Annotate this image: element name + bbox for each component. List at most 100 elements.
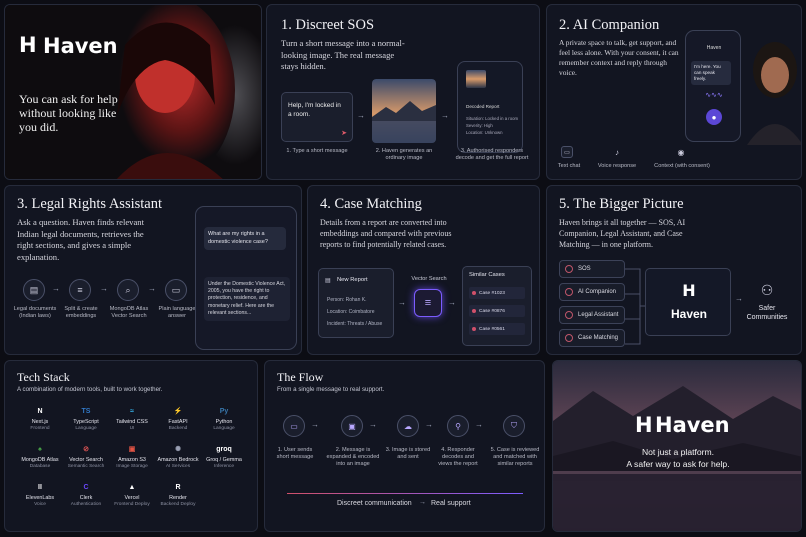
tech-item-groq-gemma: groq Groq / Gemma Inference (195, 443, 253, 470)
sos-step: 2. Haven generates an ordinary image (375, 148, 433, 161)
amazon-bedrock-icon: ✺ (175, 446, 181, 453)
elevenlabs-icon: II (38, 483, 42, 491)
report-line: Location: Unknown (466, 130, 503, 135)
vector-search-icon: ⊘ (83, 446, 89, 453)
hero-panel: H Haven You can ask for help without loo… (4, 4, 262, 180)
matching-desc: Details from a report are converted into… (320, 218, 452, 249)
arrow-icon: → (448, 298, 456, 307)
search-icon: ⌕ (117, 279, 139, 301)
arrow-icon: → (419, 499, 426, 506)
arrow-icon: → (425, 420, 433, 429)
feature-label: Legal Assistant (578, 312, 619, 318)
case-label: Case #0876 (479, 308, 505, 314)
report-line: Person: Rohan K. (327, 297, 367, 303)
companion-phone: Haven I'm here. You can speak freely. ∿∿… (685, 30, 741, 142)
flow-step: 2. Message is expanded & encoded into an… (326, 447, 380, 467)
bigger-panel: 5. The Bigger Picture Haven brings it al… (546, 185, 802, 355)
stack-subtitle: A combination of modern tools, built to … (17, 386, 163, 393)
message-icon: ▭ (283, 415, 305, 437)
vector-database-icon: ≡ (414, 289, 442, 317)
flow-step: 4. Responder decodes and views the repor… (438, 447, 478, 467)
document-icon: ▤ (23, 279, 45, 301)
feature-matching[interactable]: Case Matching (559, 329, 625, 347)
arrow-icon: → (735, 294, 743, 303)
flow-subtitle: From a single message to real support. (277, 386, 385, 393)
report-line: Incident: Threats / Abuse (327, 321, 383, 327)
stack-panel: Tech Stack A combination of modern tools… (4, 360, 258, 532)
companion-panel: 2. AI Companion A private space to talk,… (546, 4, 802, 180)
sos-title: 1. Discreet SOS (281, 17, 375, 33)
hero-tagline: You can ask for help without looking lik… (19, 92, 118, 134)
feature-label: AI Companion (578, 289, 617, 295)
case-item[interactable]: Case #0876 (469, 305, 525, 317)
companion-avatar (747, 42, 801, 145)
companion-icon (565, 288, 573, 296)
vector-search-label: Vector Search (411, 276, 447, 282)
mic-button[interactable]: ● (706, 109, 722, 125)
feature-sos[interactable]: SOS (559, 260, 625, 278)
companion-bubble: I'm here. You can speak freely. (691, 61, 731, 85)
flow-step: 5. Case is reviewed and matched with sim… (490, 447, 540, 467)
arrow-icon: → (475, 420, 483, 429)
typescript-icon: TS (81, 407, 91, 415)
arrow-icon: → (441, 111, 449, 120)
sos-message-box[interactable]: Help, I'm locked in a room. ➤ (281, 92, 353, 142)
case-item[interactable]: Case #1023 (469, 287, 525, 299)
flow-step: 1. User sends short message (276, 447, 314, 460)
case-item[interactable]: Case #0561 (469, 323, 525, 335)
arrow-icon: → (311, 420, 319, 429)
sos-desc: Turn a short message into a normal-looki… (281, 38, 405, 71)
new-report-card: ▤ New Report Person: Rohan K. Location: … (318, 268, 394, 338)
amazon-s3-icon: ▣ (128, 446, 136, 453)
answer-icon: ▭ (165, 279, 187, 301)
chat-icon: ▭ (561, 146, 573, 158)
matching-icon (565, 334, 573, 342)
report-icon: ▤ (325, 278, 331, 284)
next-js-icon: N (37, 407, 43, 415)
feature-companion[interactable]: AI Companion (559, 283, 625, 301)
render-icon: R (175, 483, 181, 491)
bigger-title: 5. The Bigger Picture (559, 196, 684, 212)
stack-title: Tech Stack (17, 370, 70, 384)
companion-feature: Context (with consent) (654, 163, 710, 169)
flow-step: 3. Image is stored and sent (385, 447, 431, 460)
feature-label: Case Matching (578, 335, 619, 341)
matching-title: 4. Case Matching (320, 196, 422, 212)
legal-step: Legal documents (Indian laws) (13, 306, 57, 319)
tech-item-render: R Render Backend Deploy (149, 481, 207, 508)
fastapi-icon: ⚡ (173, 408, 183, 415)
arrow-icon: → (100, 284, 108, 293)
haven-logo-icon: H (682, 281, 696, 300)
feature-legal[interactable]: Legal Assistant (559, 306, 625, 324)
bigger-outcome: Safer Communities (746, 305, 788, 321)
companion-title: 2. AI Companion (559, 17, 660, 33)
haven-hub: H Haven (645, 268, 731, 336)
clerk-icon: C (83, 483, 89, 491)
closing-panel: H Haven Not just a platform. A safer way… (552, 360, 802, 532)
groq-gemma-icon: groq (216, 445, 232, 453)
matching-panel: 4. Case Matching Details from a report a… (307, 185, 540, 355)
tech-role: Inference (213, 463, 234, 469)
legal-step: Split & create embeddings (64, 306, 98, 319)
phone-brand: Haven (706, 45, 722, 51)
flow-footer-right: Real support (431, 500, 471, 507)
tech-role: Backend Deploy (160, 501, 196, 507)
legal-icon (565, 311, 573, 319)
feature-label: SOS (578, 266, 591, 272)
alert-dot-icon (472, 309, 476, 313)
sos-step: 3. Authorised responders decode and get … (455, 148, 529, 161)
flow-panel: The Flow From a single message to real s… (264, 360, 545, 532)
arrow-icon: → (52, 284, 60, 293)
report-line: Situation: Locked in a room (466, 116, 519, 121)
arrow-icon: → (398, 298, 406, 307)
mongodb-atlas-icon: ♠ (38, 445, 42, 453)
case-label: Case #0561 (479, 326, 505, 332)
legal-panel: 3. Legal Rights Assistant Ask a question… (4, 185, 302, 355)
generated-image (372, 79, 436, 143)
legal-title: 3. Legal Rights Assistant (17, 196, 162, 212)
decoded-thumbnail (466, 70, 486, 88)
shield-icon: ⛉ (503, 415, 525, 437)
sos-panel: 1. Discreet SOS Turn a short message int… (266, 4, 540, 180)
tailwind-css-icon: ≈ (130, 407, 134, 415)
arrow-icon: → (357, 111, 365, 120)
